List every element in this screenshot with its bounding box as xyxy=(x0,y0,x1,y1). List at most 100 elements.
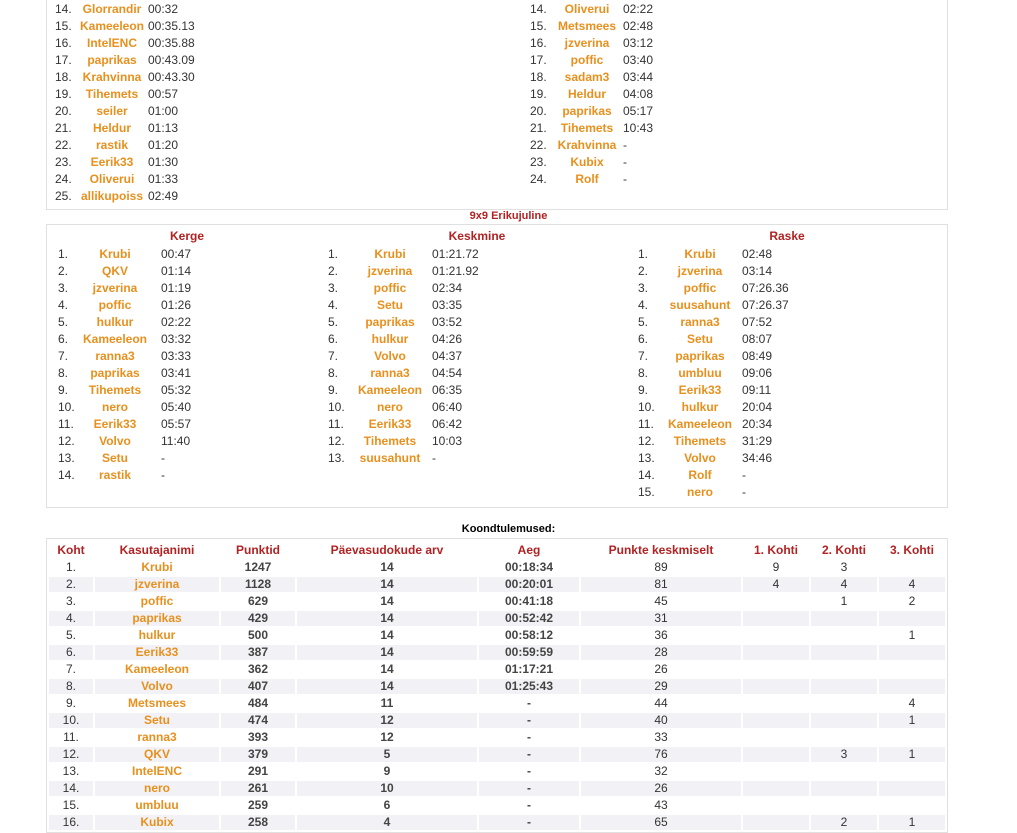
user-link[interactable]: paprikas xyxy=(77,52,147,69)
table-cell: 1 xyxy=(840,594,848,608)
user-link[interactable]: jzverina xyxy=(552,35,622,52)
user-link[interactable]: rastik xyxy=(80,467,150,484)
user-link[interactable]: jzverina xyxy=(660,263,740,280)
user-link[interactable]: Kameeleon xyxy=(77,18,147,35)
user-link[interactable]: QKV xyxy=(144,747,170,761)
user-link[interactable]: Metsmees xyxy=(128,696,186,710)
user-link[interactable]: QKV xyxy=(80,263,150,280)
rank: 24. xyxy=(55,172,72,186)
user-link[interactable]: seiler xyxy=(77,103,147,120)
user-link[interactable]: umbluu xyxy=(660,365,740,382)
user-link[interactable]: ranna3 xyxy=(80,348,150,365)
table-cell: 36 xyxy=(654,628,668,642)
user-link[interactable]: Kubix xyxy=(552,154,622,171)
user-link[interactable]: Setu xyxy=(80,450,150,467)
user-link[interactable]: Setu xyxy=(350,297,430,314)
user-link[interactable]: Tihemets xyxy=(77,86,147,103)
user-link[interactable]: Volvo xyxy=(350,348,430,365)
user-link[interactable]: Eerik33 xyxy=(136,645,179,659)
user-link[interactable]: IntelENC xyxy=(77,35,147,52)
user-link[interactable]: Tihemets xyxy=(552,120,622,137)
user-link[interactable]: allikupoiss xyxy=(77,188,147,205)
column-header[interactable]: Aeg xyxy=(479,541,579,558)
user-link[interactable]: nero xyxy=(80,399,150,416)
user-link[interactable]: Volvo xyxy=(141,679,173,693)
user-link[interactable]: Eerik33 xyxy=(80,416,150,433)
user-link[interactable]: Kameeleon xyxy=(660,416,740,433)
user-link[interactable]: Krubi xyxy=(350,246,430,263)
user-link[interactable]: hulkur xyxy=(350,331,430,348)
user-link[interactable]: jzverina xyxy=(350,263,430,280)
list-item: 14. Glorrandir 00:32 xyxy=(55,1,355,18)
user-link[interactable]: Eerik33 xyxy=(660,382,740,399)
column-header[interactable]: 1. Kohti xyxy=(743,541,809,558)
user-link[interactable]: nero xyxy=(350,399,430,416)
list-item: 7. paprikas 08:49 xyxy=(638,348,938,365)
user-link[interactable]: umbluu xyxy=(135,798,178,812)
user-link[interactable]: Krubi xyxy=(141,560,172,574)
user-link[interactable]: ranna3 xyxy=(350,365,430,382)
user-link[interactable]: ranna3 xyxy=(137,730,176,744)
user-link[interactable]: jzverina xyxy=(80,280,150,297)
user-link[interactable]: Metsmees xyxy=(552,18,622,35)
user-link[interactable]: nero xyxy=(660,484,740,501)
user-link[interactable]: Rolf xyxy=(552,171,622,188)
user-link[interactable]: Kameeleon xyxy=(80,331,150,348)
user-link[interactable]: poffic xyxy=(552,52,622,69)
column-header[interactable]: Päevasudokude arv xyxy=(297,541,477,558)
user-link[interactable]: paprikas xyxy=(132,611,181,625)
user-link[interactable]: Heldur xyxy=(77,120,147,137)
user-link[interactable]: paprikas xyxy=(552,103,622,120)
user-link[interactable]: Glorrandir xyxy=(77,1,147,18)
user-link[interactable]: Tihemets xyxy=(80,382,150,399)
column-header[interactable]: Punkte keskmiselt xyxy=(581,541,741,558)
user-link[interactable]: ranna3 xyxy=(660,314,740,331)
user-link[interactable]: paprikas xyxy=(660,348,740,365)
user-link[interactable]: Setu xyxy=(660,331,740,348)
user-link[interactable]: Oliverui xyxy=(552,1,622,18)
solve-time: 05:17 xyxy=(623,104,654,118)
user-link[interactable]: Tihemets xyxy=(660,433,740,450)
column-header[interactable]: 2. Kohti xyxy=(811,541,877,558)
column-header[interactable]: 3. Kohti xyxy=(879,541,945,558)
user-link[interactable]: hulkur xyxy=(80,314,150,331)
column-header[interactable]: Koht xyxy=(49,541,93,558)
user-link[interactable]: Volvo xyxy=(80,433,150,450)
user-link[interactable]: Volvo xyxy=(660,450,740,467)
user-link[interactable]: Eerik33 xyxy=(77,154,147,171)
user-link[interactable]: hulkur xyxy=(139,628,176,642)
user-link[interactable]: sadam3 xyxy=(552,69,622,86)
user-link[interactable]: paprikas xyxy=(80,365,150,382)
user-link[interactable]: Tihemets xyxy=(350,433,430,450)
user-link[interactable]: Kameeleon xyxy=(125,662,189,676)
user-link[interactable]: poffic xyxy=(660,280,740,297)
user-link[interactable]: suusahunt xyxy=(660,297,740,314)
user-link[interactable]: Eerik33 xyxy=(350,416,430,433)
user-link[interactable]: Krahvinna xyxy=(77,69,147,86)
table-cell: ranna3 xyxy=(95,730,219,745)
user-link[interactable]: IntelENC xyxy=(132,764,182,778)
user-link[interactable]: poffic xyxy=(141,594,174,608)
user-link[interactable]: Kameeleon xyxy=(350,382,430,399)
user-link[interactable]: suusahunt xyxy=(350,450,430,467)
user-link[interactable]: nero xyxy=(144,781,170,795)
user-link[interactable]: Krubi xyxy=(80,246,150,263)
table-cell: 89 xyxy=(654,560,668,574)
user-link[interactable]: Rolf xyxy=(660,467,740,484)
user-link[interactable]: Krubi xyxy=(660,246,740,263)
user-link[interactable]: jzverina xyxy=(135,577,180,591)
user-link[interactable]: Oliverui xyxy=(77,171,147,188)
user-link[interactable]: paprikas xyxy=(350,314,430,331)
user-link[interactable]: Krahvinna xyxy=(552,137,622,154)
user-link[interactable]: poffic xyxy=(80,297,150,314)
column-header[interactable]: Punktid xyxy=(221,541,295,558)
column-header[interactable]: Kasutajanimi xyxy=(95,541,219,558)
user-link[interactable]: rastik xyxy=(77,137,147,154)
list-item: 4. suusahunt 07:26.37 xyxy=(638,297,938,314)
user-link[interactable]: hulkur xyxy=(660,399,740,416)
list-item: 11. Kameeleon 20:34 xyxy=(638,416,938,433)
user-link[interactable]: Setu xyxy=(144,713,170,727)
user-link[interactable]: Heldur xyxy=(552,86,622,103)
user-link[interactable]: Kubix xyxy=(140,815,173,829)
user-link[interactable]: poffic xyxy=(350,280,430,297)
